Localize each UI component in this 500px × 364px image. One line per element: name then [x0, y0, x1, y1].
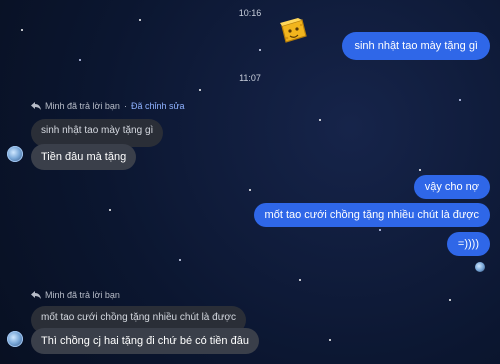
seen-avatar [475, 262, 485, 272]
message-in-tien-dau[interactable]: Tiền đâu mà tặng [31, 144, 137, 170]
avatar[interactable] [7, 331, 23, 347]
reply-arrow-icon [31, 102, 41, 110]
timestamp-1016: 10:16 [238, 8, 262, 18]
message-out-cuoi-chong[interactable]: mốt tao cưới chồng tặng nhiều chút là đư… [253, 203, 490, 227]
timestamp-1107: 11:07 [239, 73, 261, 83]
reply-meta-label: Minh đã trả lời bạn [45, 101, 120, 111]
reply-meta-dot: · [123, 101, 127, 111]
message-in-chong-cj-hai[interactable]: Thì chồng cj hai tặng đi chứ bé có tiền … [31, 328, 259, 354]
message-out-birthday[interactable]: sinh nhật tao mày tặng gì [342, 32, 490, 60]
message-out-laugh[interactable]: =)))) [446, 232, 490, 256]
message-out-cho-no[interactable]: vậy cho nợ [413, 175, 490, 199]
reply-meta-label: Minh đã trả lời bạn [45, 290, 120, 300]
quoted-message-1[interactable]: sinh nhật tao mày tặng gì [31, 119, 164, 147]
reply-meta-1: Minh đã trả lời bạn · Đã chỉnh sửa [31, 101, 185, 111]
edited-label[interactable]: Đã chỉnh sửa [131, 101, 185, 111]
reply-arrow-icon [31, 291, 41, 299]
avatar[interactable] [7, 146, 23, 162]
cheese-sticker-icon[interactable] [278, 16, 308, 44]
reply-meta-2: Minh đã trả lời bạn [31, 290, 120, 300]
